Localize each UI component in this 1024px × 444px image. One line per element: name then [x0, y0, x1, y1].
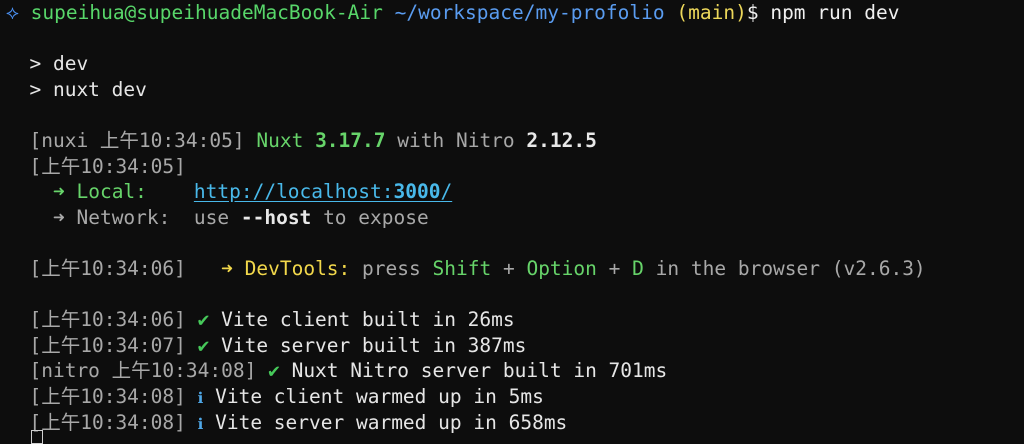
- prompt-sparkle-icon: ⟡: [6, 1, 19, 24]
- check-icon: ✔: [268, 359, 280, 383]
- build-line-2: [上午10:34:07] ✔ Vite server built in 387m…: [29, 333, 527, 357]
- nuxi-header-line: [nuxi 上午10:34:05] Nuxt 3.17.7 with Nitro…: [6, 128, 1024, 154]
- build-line-4: [上午10:34:08] ℹ Vite client warmed up in …: [29, 384, 544, 408]
- arrow-right-icon: ➜: [52, 180, 65, 204]
- terminal-window[interactable]: ⟡ supeihua@supeihuadeMacBook-Air ~/works…: [0, 0, 1024, 444]
- local-url-link[interactable]: http://localhost:3000/: [194, 180, 452, 203]
- prompt-user-host: supeihua@supeihuadeMacBook-Air: [30, 1, 383, 24]
- local-url-line: ➜ Local: http://localhost:3000/: [6, 179, 1024, 205]
- build-line-3: [nitro 上午10:34:08] ✔ Nuxt Nitro server b…: [29, 359, 668, 383]
- key-shift: Shift: [432, 256, 492, 280]
- check-icon: ✔: [197, 308, 210, 332]
- arrow-right-icon: ➜: [52, 205, 65, 229]
- nitro-version: 2.12.5: [526, 128, 597, 152]
- local-port[interactable]: 3000: [393, 180, 440, 203]
- nuxt-version: 3.17.7: [315, 128, 386, 152]
- check-icon: ✔: [197, 333, 210, 357]
- terminal-cursor: [31, 430, 43, 444]
- devtools-line: [上午10:34:06] ➜ DevTools: press Shift + O…: [29, 256, 926, 280]
- local-label: Local:: [76, 180, 147, 204]
- host-flag: --host: [240, 205, 312, 229]
- nuxi-prefix: [nuxi 上午10:34:05]: [29, 128, 245, 152]
- nuxt-name: Nuxt: [256, 128, 304, 152]
- network-label: Network:: [76, 205, 171, 229]
- build-line-1: [上午10:34:06] ✔ Vite client built in 26ms: [29, 308, 515, 332]
- script-line-1: > dev: [29, 52, 89, 76]
- timestamp-line: [上午10:34:05]: [29, 154, 186, 178]
- key-option: Option: [526, 256, 597, 280]
- info-icon: ℹ: [197, 388, 204, 407]
- network-line: ➜ Network: use --host to expose: [52, 205, 429, 229]
- prompt-git-branch: (main): [676, 1, 747, 24]
- prompt-path: ~/workspace/my-profolio: [394, 1, 665, 24]
- devtools-label: DevTools:: [244, 256, 351, 280]
- prompt-line: ⟡ supeihua@supeihuadeMacBook-Air ~/works…: [6, 0, 1024, 26]
- prompt-symbol: $: [746, 1, 759, 24]
- prompt-command: npm run dev: [770, 1, 900, 24]
- arrow-right-icon: ➜: [221, 256, 233, 280]
- devtools-timestamp: [上午10:34:06]: [29, 256, 186, 280]
- key-d: D: [632, 256, 644, 280]
- script-line-2: > nuxt dev: [29, 77, 147, 101]
- info-icon: ℹ: [197, 414, 204, 433]
- build-line-5: [上午10:34:08] ℹ Vite server warmed up in …: [29, 410, 568, 434]
- with-nitro-text: with Nitro: [397, 128, 515, 152]
